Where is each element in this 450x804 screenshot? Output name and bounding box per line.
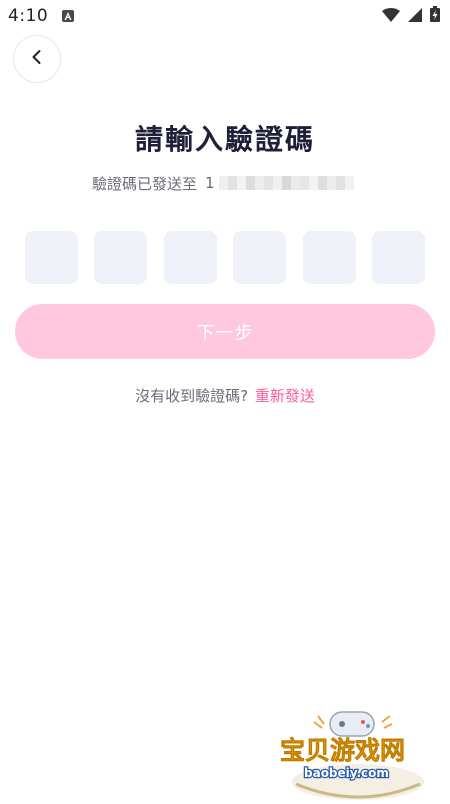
wifi-icon <box>382 7 400 26</box>
notification-a-icon <box>62 10 75 22</box>
resend-prompt: 沒有收到驗證碼? <box>135 387 249 405</box>
watermark-text: 宝贝游戏网 <box>280 736 405 765</box>
chevron-left-icon <box>30 49 44 69</box>
phone-mosaic <box>218 176 354 190</box>
battery-charging-icon <box>430 6 440 26</box>
signal-icon <box>408 7 422 26</box>
status-time: 4:10 <box>8 6 49 26</box>
code-input-4[interactable] <box>233 231 287 284</box>
code-input-6[interactable] <box>371 231 425 284</box>
phone-prefix: 1 <box>205 174 215 192</box>
sent-to-row: 驗證碼已發送至 1 <box>92 172 354 194</box>
next-button[interactable]: 下一步 <box>15 304 435 359</box>
back-button[interactable] <box>13 35 61 83</box>
page-title: 請輸入驗證碼 <box>134 123 315 156</box>
code-input-3[interactable] <box>163 231 217 284</box>
code-input-1[interactable] <box>25 231 78 284</box>
watermark-url: baobeiy.com <box>304 766 389 780</box>
status-bar: 4:10 <box>0 0 450 32</box>
code-input-2[interactable] <box>94 231 148 284</box>
status-left: 4:10 <box>8 6 75 26</box>
resend-link[interactable]: 重新發送 <box>255 387 315 405</box>
resend-row: 沒有收到驗證碼? 重新發送 <box>0 385 450 406</box>
sent-to-label: 驗證碼已發送至 <box>92 174 198 193</box>
verification-code-inputs <box>25 231 425 284</box>
masked-phone-number: 1 <box>205 174 354 192</box>
code-input-5[interactable] <box>302 231 356 284</box>
watermark-logo: 宝贝游戏网 baobeiy.com <box>278 702 438 800</box>
status-right <box>382 6 440 26</box>
